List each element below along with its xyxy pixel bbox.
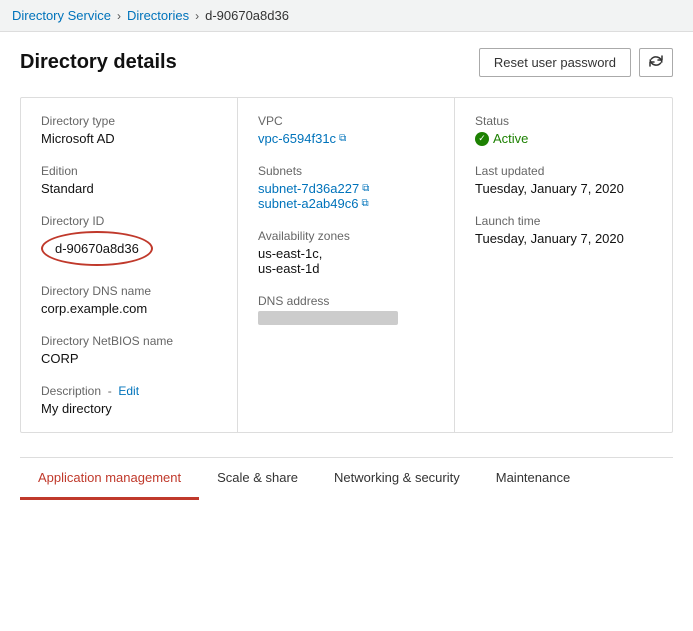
netbios-value: CORP (41, 351, 217, 366)
netbios-group: Directory NetBIOS name CORP (41, 334, 217, 366)
directory-type-group: Directory type Microsoft AD (41, 114, 217, 146)
tab-networking-security[interactable]: Networking & security (316, 458, 478, 500)
breadcrumb-sep-1: › (117, 9, 121, 23)
header-actions: Reset user password (479, 48, 673, 77)
last-updated-label: Last updated (475, 164, 652, 178)
status-active-icon: ✓ (475, 132, 489, 146)
header-row: Directory details Reset user password (20, 48, 673, 77)
last-updated-group: Last updated Tuesday, January 7, 2020 (475, 164, 652, 196)
subnet1-link[interactable]: subnet-7d36a227 ⧉ (258, 181, 369, 196)
vpc-label: VPC (258, 114, 434, 128)
az-label: Availability zones (258, 229, 434, 243)
details-col-2: VPC vpc-6594f31c ⧉ Subnets subnet-7d36a2… (238, 98, 455, 432)
subnets-group: Subnets subnet-7d36a227 ⧉ subnet-a2ab49c… (258, 164, 434, 211)
directory-dns-group: Directory DNS name corp.example.com (41, 284, 217, 316)
external-link-icon-2: ⧉ (362, 183, 369, 194)
subnets-label: Subnets (258, 164, 434, 178)
status-group: Status ✓ Active (475, 114, 652, 146)
launch-time-label: Launch time (475, 214, 652, 228)
subnet2-value: subnet-a2ab49c6 ⧉ (258, 196, 434, 211)
tab-application-management[interactable]: Application management (20, 458, 199, 500)
dns-address-group: DNS address (258, 294, 434, 326)
launch-time-value: Tuesday, January 7, 2020 (475, 231, 652, 246)
tab-scale-share[interactable]: Scale & share (199, 458, 316, 500)
refresh-button[interactable] (639, 48, 673, 77)
directory-id-label: Directory ID (41, 214, 217, 228)
directory-dns-label: Directory DNS name (41, 284, 217, 298)
refresh-icon (649, 54, 663, 68)
vpc-group: VPC vpc-6594f31c ⧉ (258, 114, 434, 146)
description-label: Description - Edit (41, 384, 217, 398)
dns-address-value (258, 311, 398, 325)
page-title: Directory details (20, 51, 177, 74)
tab-maintenance[interactable]: Maintenance (478, 458, 588, 500)
directory-id-value: d-90670a8d36 (55, 241, 139, 256)
directory-type-label: Directory type (41, 114, 217, 128)
details-grid: Directory type Microsoft AD Edition Stan… (20, 97, 673, 433)
breadcrumb-directories-link[interactable]: Directories (127, 8, 189, 23)
directory-dns-value: corp.example.com (41, 301, 217, 316)
description-group: Description - Edit My directory (41, 384, 217, 416)
status-label: Status (475, 114, 652, 128)
launch-time-group: Launch time Tuesday, January 7, 2020 (475, 214, 652, 246)
subnet2-link[interactable]: subnet-a2ab49c6 ⧉ (258, 196, 369, 211)
edition-label: Edition (41, 164, 217, 178)
tabs-container: Application management Scale & share Net… (20, 457, 673, 500)
breadcrumb-service-link[interactable]: Directory Service (12, 8, 111, 23)
subnet1-value: subnet-7d36a227 ⧉ (258, 181, 434, 196)
dns-address-label: DNS address (258, 294, 434, 308)
az-group: Availability zones us-east-1c,us-east-1d (258, 229, 434, 276)
description-edit-link[interactable]: Edit (118, 384, 139, 398)
az-value: us-east-1c,us-east-1d (258, 246, 434, 276)
status-value: ✓ Active (475, 131, 652, 146)
breadcrumb-sep-2: › (195, 9, 199, 23)
directory-type-value: Microsoft AD (41, 131, 217, 146)
main-content: Directory details Reset user password Di… (0, 32, 693, 516)
breadcrumb: Directory Service › Directories › d-9067… (0, 0, 693, 32)
details-col-1: Directory type Microsoft AD Edition Stan… (21, 98, 238, 432)
directory-id-group: Directory ID d-90670a8d36 (41, 214, 217, 266)
edition-group: Edition Standard (41, 164, 217, 196)
external-link-icon-3: ⧉ (361, 198, 368, 209)
netbios-label: Directory NetBIOS name (41, 334, 217, 348)
description-value: My directory (41, 401, 217, 416)
last-updated-value: Tuesday, January 7, 2020 (475, 181, 652, 196)
breadcrumb-current: d-90670a8d36 (205, 8, 289, 23)
reset-password-button[interactable]: Reset user password (479, 48, 631, 77)
details-col-3: Status ✓ Active Last updated Tuesday, Ja… (455, 98, 672, 432)
vpc-link[interactable]: vpc-6594f31c ⧉ (258, 131, 346, 146)
vpc-value: vpc-6594f31c ⧉ (258, 131, 434, 146)
external-link-icon: ⧉ (339, 133, 346, 144)
directory-id-highlight: d-90670a8d36 (41, 231, 153, 266)
edition-value: Standard (41, 181, 217, 196)
